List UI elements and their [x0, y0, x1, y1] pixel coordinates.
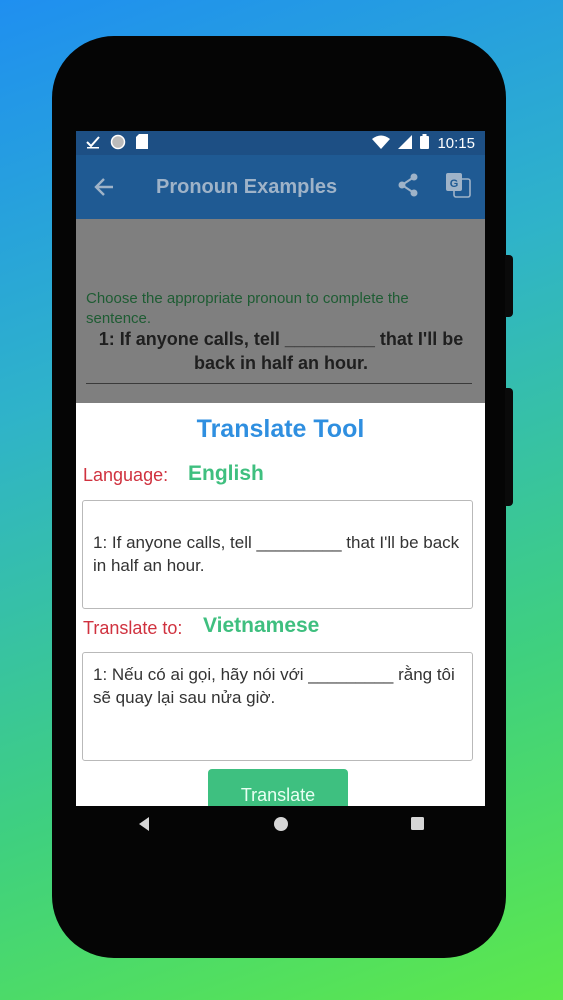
triangle-back-icon [139, 816, 150, 831]
back-button[interactable] [76, 176, 132, 198]
arrow-left-icon [94, 178, 113, 196]
volume-button [505, 255, 513, 317]
screen: 10:15 Pronoun Examples G Choose the appr… [76, 131, 485, 806]
language-label: Language: [83, 465, 169, 485]
translate-to-label: Translate to: [83, 618, 183, 638]
power-button [505, 388, 513, 506]
nav-back-button[interactable] [136, 816, 152, 837]
signal-icon [398, 134, 413, 152]
translated-text-box[interactable]: 1: Nếu có ai gọi, hãy nói với _________ … [82, 652, 473, 761]
square-recents-icon [410, 817, 424, 830]
instruction-text: Choose the appropriate pronoun to comple… [86, 290, 409, 327]
target-language[interactable]: Vietnamese [203, 614, 319, 638]
battery-icon [420, 134, 430, 152]
translate-button[interactable]: Translate [208, 769, 348, 806]
page-title: Pronoun Examples [156, 175, 338, 198]
divider [86, 383, 472, 384]
source-text-box[interactable]: 1: If anyone calls, tell _________ that … [82, 500, 473, 609]
dialog-title: Translate Tool [196, 415, 365, 443]
google-translate-icon: G [446, 172, 471, 198]
nav-recents-button[interactable] [410, 816, 425, 836]
navigation-bar [76, 806, 485, 846]
lesson-content: Choose the appropriate pronoun to comple… [76, 219, 485, 409]
share-icon [398, 173, 418, 196]
svg-text:G: G [450, 178, 459, 190]
status-time: 10:15 [437, 134, 475, 152]
share-button[interactable] [397, 173, 419, 202]
question-text: 1: If anyone calls, tell _________ that … [98, 329, 464, 373]
check-icon [86, 135, 100, 152]
translate-action-button[interactable]: G [445, 172, 471, 203]
circle-home-icon [273, 816, 288, 831]
sync-icon [110, 134, 126, 153]
wifi-icon [372, 135, 391, 152]
source-language[interactable]: English [188, 462, 264, 486]
sd-card-icon [136, 134, 148, 152]
nav-home-button[interactable] [273, 816, 289, 837]
app-bar: Pronoun Examples G [76, 155, 485, 219]
status-bar: 10:15 [76, 131, 485, 155]
translate-dialog: Translate Tool Language: English 1: If a… [76, 403, 485, 806]
